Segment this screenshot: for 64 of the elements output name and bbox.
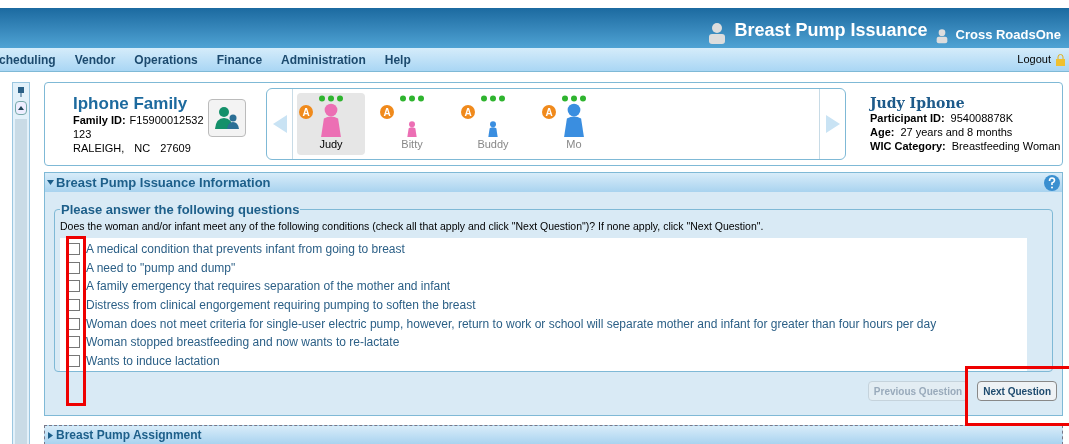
member-tab[interactable]: A Mo	[540, 93, 608, 155]
family-button[interactable]	[208, 99, 246, 137]
option-label: A need to "pump and dump"	[86, 259, 236, 277]
member-tab[interactable]: A Judy	[297, 93, 365, 155]
question-prompt: Does the woman and/or infant meet any of the following conditions (check all that apply and click "Next Question")? If none apply, click "Next Question".	[60, 219, 765, 233]
questions-legend: Please answer the following questions	[60, 200, 301, 220]
menu-item[interactable]: cheduling	[0, 50, 56, 69]
user-name: Cross RoadsOne	[955, 25, 1061, 44]
zip-code: 27609	[160, 140, 191, 155]
menu-item[interactable]: Administration	[281, 50, 366, 69]
logout-link[interactable]: Logout	[1017, 51, 1051, 68]
status-dots-icon	[562, 95, 588, 102]
user-icon	[708, 22, 727, 44]
user-icon	[935, 28, 948, 44]
caret-up-icon	[18, 106, 24, 110]
field-value: 954008878K	[950, 111, 1013, 125]
member-name: Judy	[319, 137, 343, 151]
option-label: Woman stopped breastfeeding and now wants to re-lactate	[86, 334, 400, 352]
member-tab[interactable]: A Buddy	[459, 93, 527, 155]
menu-item[interactable]: Help	[384, 50, 411, 69]
menu-item[interactable]: Operations	[134, 50, 198, 69]
section-title: Breast Pump Issuance Information	[56, 173, 271, 192]
field-label: Age:	[870, 125, 895, 139]
badge: A	[380, 105, 394, 119]
status-dots-icon	[400, 95, 426, 102]
menu-item[interactable]: Vendor	[74, 50, 116, 69]
option-label: A family emergency that requires separation of the mother and infant	[86, 278, 451, 296]
participant-name: Judy Iphone	[870, 95, 966, 111]
option-label: Wants to induce lactation	[86, 353, 220, 371]
lock-icon	[1055, 53, 1065, 66]
field-value: 27 years and 8 months	[900, 125, 1013, 139]
help-icon[interactable]	[1044, 174, 1060, 191]
small-person-icon	[405, 121, 419, 137]
option-label: Woman does not meet criteria for single-user electric pump, however, return to work or school will separate mother and infant for greater than four hours per day	[86, 315, 937, 333]
section-header[interactable]: Breast Pump Issuance Information	[45, 173, 1062, 192]
badge: A	[299, 105, 313, 119]
badge: A	[461, 105, 475, 119]
status-dots-icon	[481, 95, 507, 102]
nav-button[interactable]: Next Question	[977, 381, 1057, 401]
family-name: Iphone Family	[73, 93, 189, 113]
section-title: Breast Pump Assignment	[56, 427, 202, 444]
pin-icon[interactable]	[17, 87, 25, 97]
member-name: Buddy	[477, 137, 509, 151]
member-tab[interactable]: A Bitty	[378, 93, 446, 155]
page-title: Breast Pump Issuance	[734, 19, 928, 42]
field-value: F15900012532	[129, 112, 204, 127]
status-dots-icon	[319, 95, 345, 102]
option-label: Distress from clinical engorgement requiring pumping to soften the breast	[86, 297, 476, 314]
city: RALEIGH,	[73, 140, 125, 155]
section-header[interactable]: Breast Pump Assignment	[44, 425, 1063, 444]
option-label: A medical condition that prevents infant from going to breast	[86, 240, 405, 258]
field-label: WIC Category:	[870, 139, 946, 153]
small-person-icon	[486, 121, 500, 137]
address-line: 123	[73, 126, 93, 141]
state: NC	[134, 140, 151, 155]
field-label: Family ID:	[73, 112, 126, 127]
member-name: Mo	[566, 137, 582, 151]
scroll-up-button[interactable]	[15, 101, 27, 115]
badge: A	[542, 105, 556, 119]
field-label: Participant ID:	[870, 111, 945, 125]
menu-item[interactable]: Finance	[216, 50, 263, 69]
field-value: Breastfeeding Woman	[951, 139, 1061, 153]
member-name: Bitty	[401, 137, 423, 151]
people-icon	[214, 107, 240, 129]
